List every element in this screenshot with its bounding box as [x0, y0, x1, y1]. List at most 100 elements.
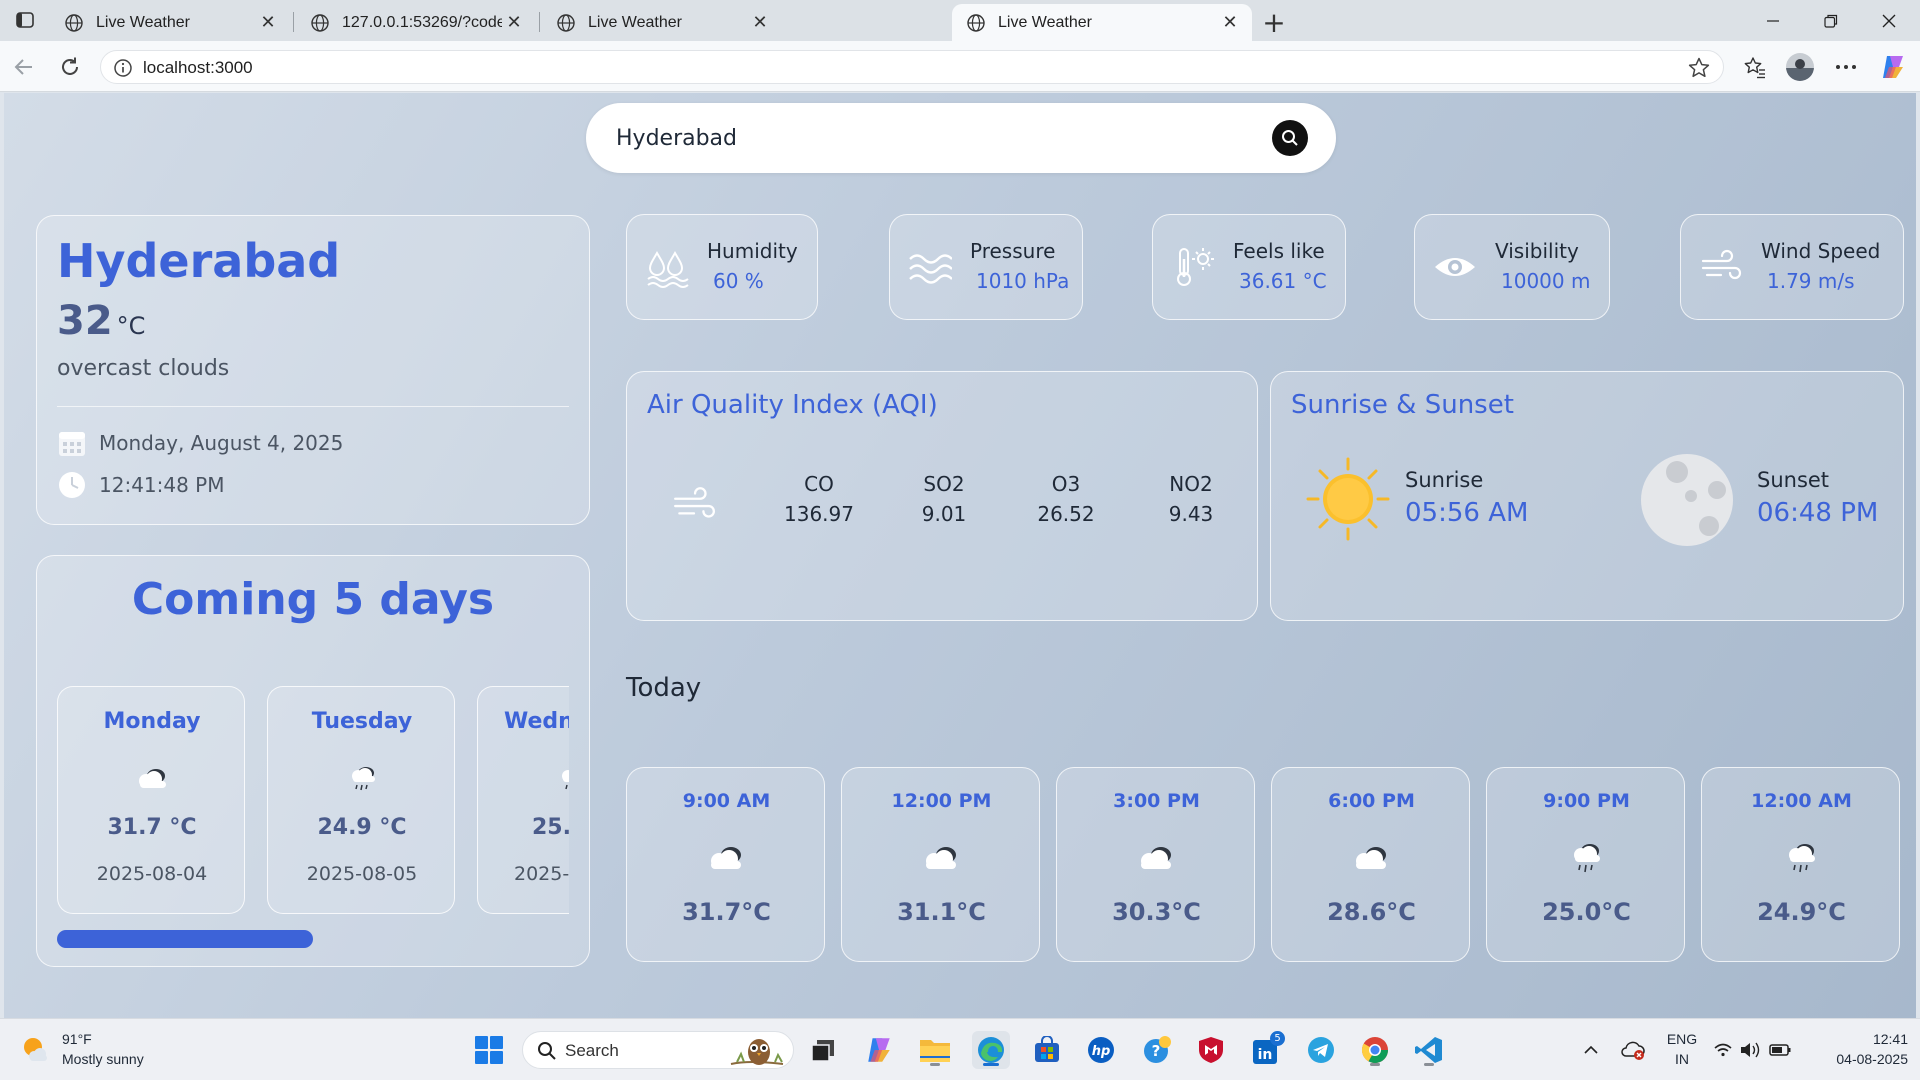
store-app[interactable] — [1028, 1031, 1066, 1069]
language-code: ENG — [1666, 1031, 1698, 1047]
battery-icon — [1769, 1044, 1791, 1056]
vscode-app[interactable] — [1410, 1031, 1448, 1069]
forecast-scroller[interactable]: Monday 31.7 °C 2025-08-04 Tuesday 24.9 °… — [57, 686, 569, 916]
globe-icon — [65, 13, 83, 32]
hourly-time: 9:00 AM — [682, 790, 771, 812]
rain-cloud-icon — [352, 767, 375, 791]
forecast-day-card: Wedn 25.9 2025- — [477, 686, 569, 914]
chrome-app[interactable] — [1356, 1031, 1394, 1069]
reload-button[interactable] — [54, 51, 86, 83]
clock[interactable]: 12:41 04-08-2025 — [1808, 1029, 1908, 1069]
quick-settings[interactable] — [1712, 1031, 1792, 1069]
divider — [57, 406, 569, 407]
weather-widget-desc: Mostly sunny — [62, 1051, 144, 1067]
favorites-button[interactable] — [1740, 52, 1770, 82]
copilot-app[interactable] — [860, 1031, 898, 1069]
scrollbar-thumb[interactable] — [57, 930, 313, 948]
profile-avatar[interactable] — [1785, 52, 1815, 82]
hourly-time: 3:00 PM — [1113, 790, 1200, 812]
hp-app[interactable]: hp — [1082, 1031, 1120, 1069]
temperature-unit: °C — [116, 312, 146, 340]
calendar-icon — [59, 432, 85, 456]
site-info-icon[interactable] — [113, 58, 133, 78]
chrome-icon — [1361, 1037, 1389, 1064]
task-view-button[interactable] — [804, 1031, 842, 1069]
visibility-card: Visibility 10000 m — [1414, 214, 1610, 320]
hourly-time: 9:00 PM — [1543, 790, 1630, 812]
favorite-star-icon[interactable] — [1687, 56, 1711, 80]
language-indicator[interactable]: ENG IN — [1662, 1029, 1702, 1069]
humidity-card: Humidity 60 % — [626, 214, 818, 320]
back-button[interactable] — [8, 51, 40, 83]
time-row: 12:41:48 PM — [57, 470, 225, 500]
aqi-title: Air Quality Index (AQI) — [647, 390, 938, 420]
status-icons — [1714, 1042, 1791, 1058]
browser-tab-4-active[interactable]: Live Weather ✕ — [952, 4, 1252, 41]
forecast-day-temp: 25.9 — [532, 815, 569, 840]
help-app[interactable]: ? — [1138, 1031, 1176, 1069]
mcafee-app[interactable] — [1192, 1031, 1230, 1069]
telegram-icon — [1308, 1037, 1334, 1063]
current-weather-card: Hyderabad 32 °C overcast clouds Monday, A… — [36, 215, 590, 525]
cloudy-icon — [139, 769, 166, 788]
task-view-icon — [811, 1040, 834, 1062]
address-bar[interactable]: localhost:3000 — [100, 50, 1724, 84]
aqi-value: 136.97 — [784, 502, 854, 526]
browser-tab-1[interactable]: Live Weather ✕ — [50, 4, 290, 41]
linkedin-app[interactable]: in 5 — [1248, 1031, 1286, 1069]
forecast-card: Coming 5 days Monday 31.7 °C 2025-08-04 … — [36, 555, 590, 967]
pressure-icon — [909, 254, 952, 284]
taskbar-search[interactable]: Search — [522, 1031, 794, 1069]
hourly-temp: 25.0°C — [1542, 898, 1631, 926]
running-indicator — [1424, 1063, 1434, 1066]
telegram-app[interactable] — [1302, 1031, 1340, 1069]
url-text[interactable]: localhost:3000 — [143, 58, 253, 78]
copilot-icon — [1883, 56, 1903, 78]
hourly-temp: 30.3°C — [1112, 898, 1201, 926]
tab-actions-icon[interactable] — [12, 9, 38, 31]
forecast-day-date: 2025- — [514, 863, 569, 885]
hourly-time: 12:00 PM — [891, 790, 992, 812]
moon-icon — [1641, 454, 1733, 546]
forecast-scrollbar[interactable] — [57, 930, 569, 948]
tab-close-icon[interactable]: ✕ — [1218, 11, 1242, 35]
weather-widget[interactable]: 91°F Mostly sunny — [20, 1029, 144, 1069]
forecast-day-temp: 31.7 °C — [107, 815, 197, 840]
forecast-day-name: Tuesday — [311, 709, 413, 734]
file-explorer-app[interactable] — [916, 1031, 954, 1069]
taskbar-search-label: Search — [565, 1041, 619, 1060]
cloudy-icon — [711, 847, 741, 869]
show-hidden-icons-button[interactable] — [1572, 1031, 1610, 1069]
search-button[interactable] — [1272, 120, 1308, 156]
folder-icon — [920, 1040, 950, 1062]
stat-value: 10000 m — [1501, 269, 1591, 293]
browser-tab-2[interactable]: 127.0.0.1:53269/?code=74305910 ✕ — [296, 4, 536, 41]
tab-title: Live Weather — [96, 13, 190, 31]
city-search-input[interactable] — [616, 123, 1256, 153]
hourly-card: 6:00 PM 28.6°C — [1271, 767, 1470, 962]
browser-tab-3[interactable]: Live Weather ✕ — [542, 4, 782, 41]
tab-close-icon[interactable]: ✕ — [748, 11, 772, 35]
weather-widget-temp: 91°F — [62, 1031, 92, 1047]
restore-button[interactable] — [1802, 0, 1860, 41]
settings-more-button[interactable] — [1831, 52, 1861, 82]
start-button[interactable] — [470, 1031, 508, 1069]
tab-close-icon[interactable]: ✕ — [502, 11, 526, 35]
new-tab-button[interactable]: + — [1258, 6, 1290, 39]
reload-icon — [62, 57, 78, 75]
close-window-button[interactable] — [1860, 0, 1918, 41]
aqi-item-so2: SO2 9.01 — [894, 472, 994, 526]
aqi-key: NO2 — [1169, 472, 1213, 496]
tab-separator — [293, 12, 294, 32]
cloud-off-icon — [1621, 1041, 1645, 1060]
minimize-button[interactable] — [1744, 0, 1802, 41]
weather-condition: overcast clouds — [57, 356, 230, 381]
hourly-card: 9:00 AM 31.7°C — [626, 767, 825, 962]
favorites-icon — [1744, 57, 1765, 79]
tab-close-icon[interactable]: ✕ — [256, 11, 280, 35]
region-code: IN — [1675, 1051, 1689, 1067]
copilot-button[interactable] — [1878, 52, 1908, 82]
onedrive-status[interactable] — [1614, 1031, 1652, 1069]
eye-icon — [1435, 258, 1475, 276]
edge-app[interactable] — [972, 1031, 1010, 1069]
